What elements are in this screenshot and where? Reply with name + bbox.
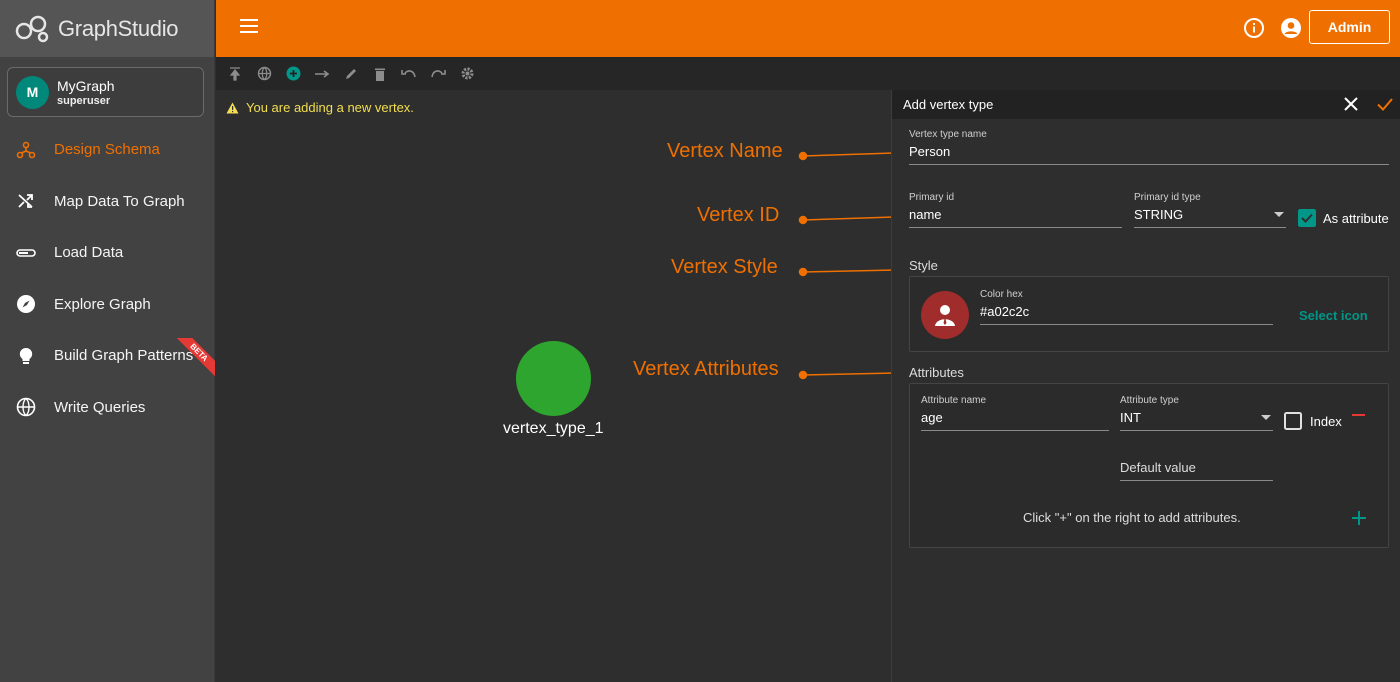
confirm-check-icon[interactable] bbox=[1376, 95, 1394, 113]
close-icon[interactable] bbox=[1342, 95, 1360, 113]
attributes-box: Attribute name age Attribute type INT In… bbox=[909, 383, 1389, 548]
panel-title: Add vertex type bbox=[903, 97, 994, 112]
index-label: Index bbox=[1310, 414, 1342, 429]
index-checkbox[interactable] bbox=[1284, 412, 1302, 430]
sidebar-item-map-data[interactable]: Map Data To Graph bbox=[0, 176, 215, 228]
graph-role: superuser bbox=[57, 94, 111, 107]
color-hex-input[interactable]: #a02c2c bbox=[980, 304, 1273, 325]
logo-text-rest: Studio bbox=[117, 15, 179, 41]
compass-icon bbox=[16, 294, 36, 314]
shuffle-icon bbox=[16, 191, 36, 211]
field-label: Attribute name bbox=[921, 395, 987, 406]
annotation-vertex-style: Vertex Style bbox=[671, 256, 778, 278]
delete-icon[interactable] bbox=[370, 64, 390, 84]
sidebar-item-label: Design Schema bbox=[54, 141, 160, 159]
annotation-vertex-id: Vertex ID bbox=[697, 204, 780, 226]
add-attributes-hint: Click "+" on the right to add attributes… bbox=[1023, 510, 1241, 525]
person-icon bbox=[935, 305, 955, 326]
chevron-down-icon bbox=[1274, 212, 1284, 217]
menu-icon[interactable] bbox=[240, 19, 258, 33]
primary-id-type-select[interactable]: Primary id type STRING bbox=[1134, 192, 1286, 228]
style-section-title: Style bbox=[909, 258, 938, 273]
sidebar-nav: Design Schema Map Data To Graph Load Dat… bbox=[0, 124, 215, 433]
attribute-name-input[interactable]: age bbox=[921, 410, 1109, 431]
sidebar: GraphStudio M MyGraph superuser Design S… bbox=[0, 0, 215, 682]
warning-icon bbox=[226, 102, 239, 113]
annotation-vertex-name: Vertex Name bbox=[667, 140, 783, 162]
add-vertex-panel: Add vertex type Vertex type name Person … bbox=[891, 90, 1400, 682]
undo-icon[interactable] bbox=[399, 64, 419, 84]
settings-icon[interactable] bbox=[457, 64, 477, 84]
select-icon-button[interactable]: Select icon bbox=[1299, 308, 1368, 323]
vertex-color-swatch[interactable] bbox=[921, 291, 969, 339]
sidebar-item-label: Build Graph Patterns bbox=[54, 347, 194, 365]
globe-icon bbox=[16, 397, 36, 417]
account-icon[interactable] bbox=[1280, 17, 1302, 39]
style-box: Color hex #a02c2c Select icon bbox=[909, 276, 1389, 352]
sidebar-item-label: Explore Graph bbox=[54, 295, 151, 313]
sidebar-item-write-queries[interactable]: Write Queries bbox=[0, 382, 215, 434]
attributes-section-title: Attributes bbox=[909, 365, 964, 380]
as-attribute-label: As attribute bbox=[1323, 211, 1389, 226]
remove-attribute-icon[interactable] bbox=[1352, 414, 1365, 416]
field-label: Primary id type bbox=[1134, 192, 1201, 203]
schema-toolbar bbox=[216, 57, 1400, 90]
schema-icon bbox=[16, 140, 36, 160]
color-hex-field[interactable]: Color hex #a02c2c bbox=[980, 289, 1273, 325]
beta-badge: BETA bbox=[175, 338, 215, 378]
redo-icon[interactable] bbox=[428, 64, 448, 84]
sidebar-item-label: Load Data bbox=[54, 244, 124, 262]
field-label: Primary id bbox=[909, 192, 955, 203]
field-label: Attribute type bbox=[1120, 395, 1179, 406]
schema-canvas[interactable]: You are adding a new vertex. vertex_type… bbox=[216, 90, 891, 682]
globe-icon[interactable] bbox=[254, 64, 274, 84]
sidebar-item-explore-graph[interactable]: Explore Graph bbox=[0, 279, 215, 331]
admin-button[interactable]: Admin bbox=[1309, 10, 1390, 44]
sidebar-item-design-schema[interactable]: Design Schema bbox=[0, 124, 215, 176]
logo-text-bold: Graph bbox=[58, 15, 118, 41]
edit-icon[interactable] bbox=[341, 64, 361, 84]
field-label: Vertex type name bbox=[909, 129, 987, 140]
sidebar-item-label: Write Queries bbox=[54, 398, 146, 416]
as-attribute-checkbox[interactable] bbox=[1298, 209, 1316, 227]
sidebar-item-load-data[interactable]: Load Data bbox=[0, 227, 215, 279]
chevron-down-icon bbox=[1261, 415, 1271, 420]
primary-id-type-value[interactable]: STRING bbox=[1134, 207, 1286, 228]
field-label: Color hex bbox=[980, 289, 1023, 300]
annotation-vertex-attributes: Vertex Attributes bbox=[633, 358, 779, 380]
vertex-label: vertex_type_1 bbox=[503, 420, 604, 437]
sidebar-item-label: Map Data To Graph bbox=[54, 192, 185, 210]
load-icon bbox=[16, 243, 36, 263]
upload-icon[interactable] bbox=[225, 64, 245, 84]
top-bar: Admin bbox=[216, 0, 1400, 57]
warning-text: You are adding a new vertex. bbox=[246, 100, 414, 115]
attribute-type-select[interactable]: Attribute type INT bbox=[1120, 395, 1273, 431]
logo[interactable]: GraphStudio bbox=[0, 0, 214, 57]
default-value-input[interactable]: Default value bbox=[1120, 460, 1273, 481]
vertex-type-name-field[interactable]: Vertex type name Person bbox=[909, 129, 1389, 165]
panel-header: Add vertex type bbox=[892, 90, 1400, 119]
vertex-node[interactable] bbox=[516, 341, 591, 416]
arrow-right-icon[interactable] bbox=[312, 64, 332, 84]
attribute-type-value[interactable]: INT bbox=[1120, 410, 1273, 431]
info-icon[interactable] bbox=[1243, 17, 1265, 39]
lightbulb-icon bbox=[16, 346, 36, 366]
graph-name: MyGraph bbox=[57, 77, 115, 94]
attribute-name-field[interactable]: Attribute name age bbox=[921, 395, 1109, 431]
add-circle-icon[interactable] bbox=[283, 64, 303, 84]
default-value-field[interactable]: Default value bbox=[1120, 456, 1273, 481]
logo-text: GraphStudio bbox=[58, 15, 179, 42]
sidebar-item-build-patterns[interactable]: Build Graph Patterns BETA bbox=[0, 330, 215, 382]
add-attribute-icon[interactable] bbox=[1351, 510, 1367, 526]
primary-id-input[interactable]: name bbox=[909, 207, 1122, 228]
graph-selector[interactable]: M MyGraph superuser bbox=[7, 67, 204, 117]
primary-id-field[interactable]: Primary id name bbox=[909, 192, 1122, 228]
graph-avatar: M bbox=[16, 75, 49, 109]
vertex-type-name-input[interactable]: Person bbox=[909, 144, 1389, 165]
adding-vertex-warning: You are adding a new vertex. bbox=[226, 100, 414, 115]
graphstudio-logo-icon bbox=[15, 15, 49, 42]
